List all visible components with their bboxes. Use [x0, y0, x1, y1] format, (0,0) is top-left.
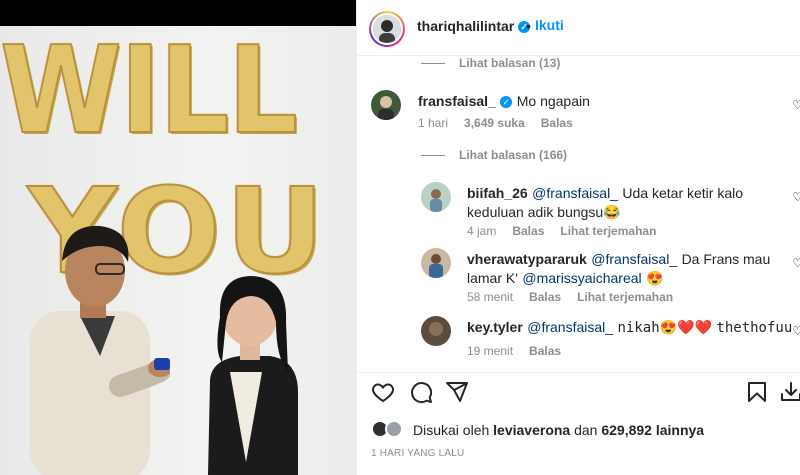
likes-prefix: Disukai oleh — [413, 422, 490, 438]
post-timestamp[interactable]: 1 HARI YANG LALU — [371, 448, 464, 459]
reply-username[interactable]: biifah_26 — [467, 185, 528, 201]
reply-time: 19 menit — [467, 344, 514, 358]
comment-main: fransfaisal_ ✓ Mo ngapain — [418, 92, 590, 111]
reply-button[interactable]: Balas — [529, 290, 561, 304]
man-figure — [30, 225, 170, 475]
verified-badge-icon: ✓ — [500, 95, 513, 108]
comment-avatar-vherawaty[interactable] — [421, 248, 451, 278]
view-replies-top-label: Lihat balasan (13) — [459, 56, 561, 70]
author-avatar[interactable] — [369, 11, 405, 47]
reply-button[interactable]: Balas — [529, 344, 561, 358]
comments-list[interactable]: Lihat balasan (13) fransfaisal_ ✓ Mo nga… — [357, 56, 800, 374]
translate-button[interactable]: Lihat terjemahan — [577, 290, 673, 304]
reply-meta: 19 menit Balas — [467, 344, 561, 358]
author-username-text: thariqhalilintar — [417, 18, 515, 34]
view-replies-line — [421, 62, 445, 64]
reply-button[interactable]: Balas — [512, 224, 544, 238]
likes-summary: Disukai oleh leviaverona dan 629,892 lai… — [371, 420, 704, 440]
reply-avatar-image — [421, 248, 451, 278]
post-photo[interactable]: WILL YOU — [0, 26, 356, 475]
comment-icon[interactable] — [409, 380, 433, 404]
liked-by-user[interactable]: leviaverona — [493, 422, 570, 438]
reply-mention[interactable]: @marissyaichareal — [522, 270, 641, 286]
reply-avatar-image — [421, 316, 451, 346]
view-replies-main[interactable]: Lihat balasan (166) — [421, 148, 567, 162]
share-icon[interactable] — [445, 380, 469, 404]
comment-avatar-image — [371, 90, 401, 120]
separator-dot: • — [526, 18, 531, 34]
comment-username[interactable]: fransfaisal_ — [418, 93, 496, 109]
liker-avatar — [385, 420, 403, 438]
reply-like-heart-icon[interactable]: ♡ — [792, 190, 800, 204]
comment-text: Mo ngapain — [516, 93, 590, 109]
comment-meta: 1 hari 3,649 suka Balas — [418, 116, 573, 130]
view-replies-line — [421, 154, 445, 156]
reply-username[interactable]: key.tyler — [467, 319, 523, 335]
reply-mention[interactable]: @fransfaisal_ — [591, 251, 677, 267]
reply-text-2: thethofuu — [716, 320, 793, 336]
author-username[interactable]: thariqhalilintar ✓ — [417, 18, 531, 34]
author-avatar-image — [373, 15, 401, 43]
balloon-text-will: WILL — [0, 26, 299, 161]
reply-avatar-image — [421, 182, 451, 212]
post-detail-panel: thariqhalilintar ✓ • Ikuti Lihat balasan… — [356, 0, 800, 475]
reply-emoji: 😂 — [603, 204, 621, 220]
comment-avatar-fransfaisal[interactable] — [371, 90, 401, 120]
comment-likes[interactable]: 3,649 suka — [464, 116, 525, 130]
woman-figure — [208, 276, 298, 475]
download-icon[interactable] — [779, 380, 800, 404]
follow-button[interactable]: Ikuti — [535, 17, 564, 33]
reply-1: biifah_26 @fransfaisal_ Uda ketar ketir … — [467, 184, 787, 222]
reply-emoji: 😍 — [646, 270, 664, 286]
reply-username[interactable]: vherawatypararuk — [467, 251, 587, 267]
reply-emoji: 😍❤️❤️ — [659, 319, 712, 335]
reply-mention[interactable]: @fransfaisal_ — [532, 185, 618, 201]
post-actions — [357, 374, 800, 414]
likes-count[interactable]: 629,892 lainnya — [601, 422, 704, 438]
reply-like-heart-icon[interactable]: ♡ — [792, 324, 800, 338]
reply-time: 58 menit — [467, 290, 514, 304]
reply-text: nikah — [617, 320, 660, 336]
heart-icon[interactable] — [371, 380, 395, 404]
translate-button[interactable]: Lihat terjemahan — [560, 224, 656, 238]
comment-avatar-keytyler[interactable] — [421, 316, 451, 346]
actions-divider — [357, 372, 800, 373]
reply-mention[interactable]: @fransfaisal_ — [527, 319, 613, 335]
view-replies-main-label: Lihat balasan (166) — [459, 148, 568, 162]
likes-middle: dan — [574, 422, 598, 438]
reply-2: vherawatypararuk @fransfaisal_ Da Frans … — [467, 250, 787, 288]
view-replies-top[interactable]: Lihat balasan (13) — [421, 56, 560, 70]
reply-3: key.tyler @fransfaisal_ nikah😍❤️❤️ theth… — [467, 318, 797, 337]
comment-avatar-biifah[interactable] — [421, 182, 451, 212]
reply-like-heart-icon[interactable]: ♡ — [792, 256, 800, 270]
reply-meta: 4 jam Balas Lihat terjemahan — [467, 224, 656, 238]
top-black-bar — [0, 0, 356, 26]
liker-avatars[interactable] — [371, 420, 405, 440]
reply-time: 4 jam — [467, 224, 497, 238]
post-header: thariqhalilintar ✓ • Ikuti — [357, 0, 800, 56]
bookmark-icon[interactable] — [745, 380, 769, 404]
comment-like-heart-icon[interactable]: ♡ — [792, 98, 800, 112]
reply-meta: 58 menit Balas Lihat terjemahan — [467, 290, 673, 304]
comment-time: 1 hari — [418, 116, 449, 130]
reply-button[interactable]: Balas — [541, 116, 573, 130]
